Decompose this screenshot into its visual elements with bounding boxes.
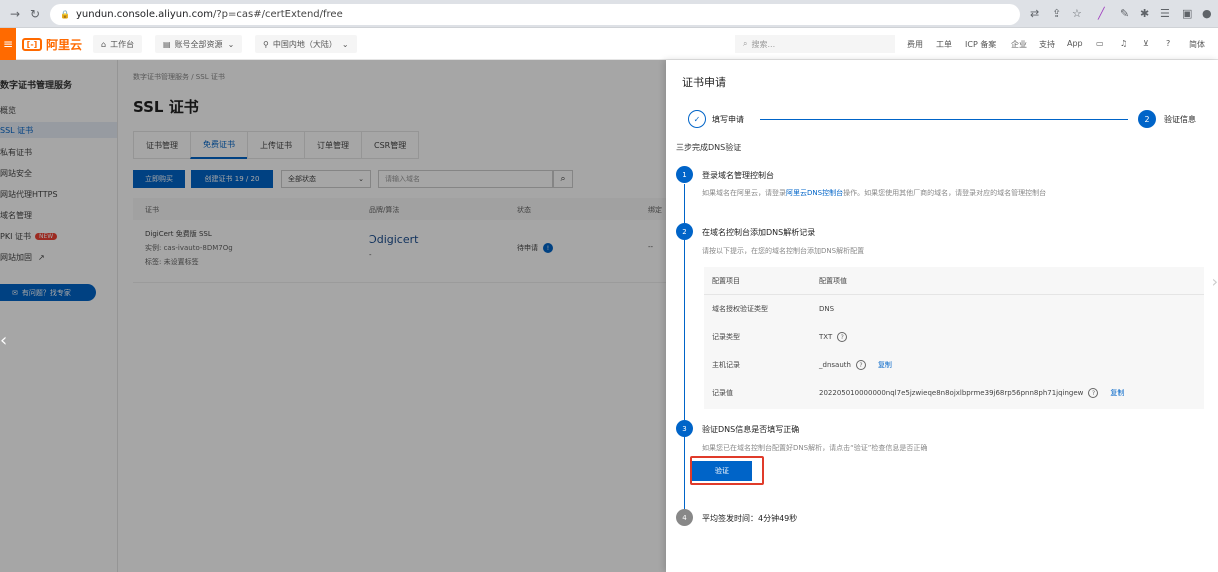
pen-extension-icon[interactable]: ╱ xyxy=(1098,7,1105,20)
share-icon[interactable]: ⇪ xyxy=(1052,7,1061,20)
account-label: 账号全部资源 xyxy=(174,39,223,49)
logo-text: 阿里云 xyxy=(46,38,83,52)
aliyun-logo[interactable]: [-] 阿里云 xyxy=(22,36,82,53)
notification-bell-icon[interactable]: ♫ xyxy=(1120,39,1127,48)
reload-icon[interactable]: ↻ xyxy=(30,7,40,21)
step-progress: ✓ 填写申请 2 验证信息 xyxy=(688,110,1208,130)
step-desc-1-pre: 如果域名在阿里云，请登录 xyxy=(702,189,786,197)
header-link-enterprise[interactable]: 企业 xyxy=(1011,39,1027,50)
home-icon: ⌂ xyxy=(101,39,107,49)
search-icon: ⌕ xyxy=(743,39,748,48)
workbench-button[interactable]: ⌂ 工作台 xyxy=(93,35,143,53)
step-number-3: 3 xyxy=(676,420,693,437)
cart-icon[interactable]: ⊻ xyxy=(1143,39,1149,48)
step-title-3: 验证DNS信息是否填写正确 xyxy=(702,425,800,434)
step-connector xyxy=(760,119,1128,120)
step-fill-label: 填写申请 xyxy=(712,114,744,124)
dns-key: 记录值 xyxy=(712,389,733,397)
step-verify: 2 验证信息 xyxy=(1138,110,1196,128)
chevron-down-icon: ⌄ xyxy=(341,39,349,49)
reading-list-icon[interactable]: ☰ xyxy=(1160,7,1170,20)
lock-icon: 🔒 xyxy=(60,10,70,19)
chevron-left-icon[interactable]: ‹ xyxy=(0,330,7,351)
global-search-input[interactable]: ⌕ 搜索... xyxy=(735,35,895,53)
browser-toolbar: → ↻ 🔒 yundun.console.aliyun.com /?p=cas#… xyxy=(0,0,1218,28)
step-desc-1-post: 操作。如果您使用其他厂商的域名，请登录对应的域名管理控制台 xyxy=(843,189,1047,197)
back-arrow-icon[interactable]: → xyxy=(10,7,20,21)
drawer-title: 证书申请 xyxy=(682,76,726,89)
chevron-right-icon[interactable]: › xyxy=(1212,272,1218,291)
dns-header-key: 配置项目 xyxy=(712,276,740,285)
step-desc-2: 请按以下提示，在您的域名控制台添加DNS解析配置 xyxy=(702,247,865,255)
message-icon[interactable]: ▭ xyxy=(1096,39,1104,48)
step-line-1 xyxy=(684,184,685,224)
url-path: /?p=cas#/certExtend/free xyxy=(212,9,343,20)
workbench-label: 工作台 xyxy=(110,39,135,49)
step-desc-3: 如果您已在域名控制台配置好DNS解析，请点击“验证”检查信息是否正确 xyxy=(702,444,928,452)
region-label: 中国内地（大陆） xyxy=(272,39,337,49)
dns-console-link[interactable]: 阿里云DNS控制台 xyxy=(786,189,843,197)
step-number-1: 1 xyxy=(676,166,693,183)
header-link-billing[interactable]: 费用 xyxy=(907,39,923,50)
location-icon: ⚲ xyxy=(263,39,269,49)
extension-icon[interactable]: ✎ xyxy=(1120,7,1129,20)
dns-row-record-type: 记录类型 TXT? xyxy=(704,323,1204,351)
region-select-button[interactable]: ⚲ 中国内地（大陆） ⌄ xyxy=(255,35,357,53)
header-link-support[interactable]: 支持 xyxy=(1039,39,1055,50)
step-fill-form: ✓ 填写申请 xyxy=(688,110,744,128)
dns-table-header: 配置项目 配置项值 xyxy=(704,267,1204,295)
menu-icon[interactable]: ≡ xyxy=(0,28,16,60)
step-number-4: 4 xyxy=(676,509,693,526)
dns-header-val: 配置项值 xyxy=(819,276,847,285)
step-title-4: 平均签发时间：4分钟49秒 xyxy=(702,514,798,523)
step-title-1: 登录域名管理控制台 xyxy=(702,171,774,180)
verify-button[interactable]: 验证 xyxy=(692,461,752,481)
step-verify-label: 验证信息 xyxy=(1164,114,1196,124)
section-title: 三步完成DNS验证 xyxy=(676,143,742,152)
account-resources-button[interactable]: ▤ 账号全部资源 ⌄ xyxy=(155,35,243,53)
dns-row-auth-type: 域名授权验证类型 DNS xyxy=(704,295,1204,323)
dns-value: DNS xyxy=(819,305,835,313)
question-icon[interactable]: ? xyxy=(855,360,866,370)
search-placeholder: 搜索... xyxy=(751,39,776,49)
logo-mark-icon: [-] xyxy=(22,38,42,51)
dns-row-value: 记录值 202205010000000nql7e5jzwieqe8n8ojxlb… xyxy=(704,379,1204,407)
question-icon[interactable]: ? xyxy=(837,332,848,342)
header-link-ticket[interactable]: 工单 xyxy=(936,39,952,50)
header-link-icp[interactable]: ICP 备案 xyxy=(965,39,996,50)
step-title-2: 在域名控制台添加DNS解析记录 xyxy=(702,228,816,237)
step-line-2 xyxy=(684,240,685,420)
list-icon: ▤ xyxy=(163,39,171,49)
modal-overlay[interactable]: ‹ xyxy=(0,60,666,572)
dns-key: 主机记录 xyxy=(712,361,740,369)
copy-host-link[interactable]: 复制 xyxy=(878,360,892,370)
cert-apply-drawer: 证书申请 ✓ 填写申请 2 验证信息 三步完成DNS验证 1 登录域名管理控制台… xyxy=(666,60,1218,572)
address-bar[interactable]: 🔒 yundun.console.aliyun.com /?p=cas#/cer… xyxy=(50,4,1020,25)
help-icon[interactable]: ? xyxy=(1166,39,1170,48)
header-link-app[interactable]: App xyxy=(1067,39,1083,48)
dns-key: 域名授权验证类型 xyxy=(712,305,768,313)
bookmark-star-icon[interactable]: ☆ xyxy=(1072,7,1082,20)
step-verify-number: 2 xyxy=(1138,110,1156,128)
console-header: ≡ [-] 阿里云 ⌂ 工作台 ▤ 账号全部资源 ⌄ ⚲ 中国内地（大陆） ⌄ … xyxy=(0,28,1218,60)
chevron-down-icon: ⌄ xyxy=(227,39,235,49)
sidepanel-icon[interactable]: ▣ xyxy=(1182,7,1192,20)
check-icon: ✓ xyxy=(688,110,706,128)
puzzle-icon[interactable]: ✱ xyxy=(1140,7,1149,20)
dns-value: TXT xyxy=(819,333,833,341)
dns-key: 记录类型 xyxy=(712,333,740,341)
language-switch[interactable]: 简体 xyxy=(1189,39,1205,50)
dns-value[interactable]: 202205010000000nql7e5jzwieqe8n8ojxlbprme… xyxy=(819,389,1083,397)
url-domain: yundun.console.aliyun.com xyxy=(75,9,213,20)
question-icon[interactable]: ? xyxy=(1088,388,1099,398)
step-line-3 xyxy=(684,436,685,510)
dns-value: _dnsauth xyxy=(819,361,851,369)
translate-icon[interactable]: ⇄ xyxy=(1030,7,1039,20)
dns-row-host: 主机记录 _dnsauth? 复制 xyxy=(704,351,1204,379)
step-desc-1: 如果域名在阿里云，请登录阿里云DNS控制台操作。如果您使用其他厂商的域名，请登录… xyxy=(702,188,1046,198)
dns-config-table: 配置项目 配置项值 域名授权验证类型 DNS 记录类型 TXT? 主机记录 _d… xyxy=(704,267,1204,409)
step-number-2: 2 xyxy=(676,223,693,240)
profile-avatar-icon[interactable]: ● xyxy=(1202,7,1212,20)
copy-value-link[interactable]: 复制 xyxy=(1110,388,1124,398)
